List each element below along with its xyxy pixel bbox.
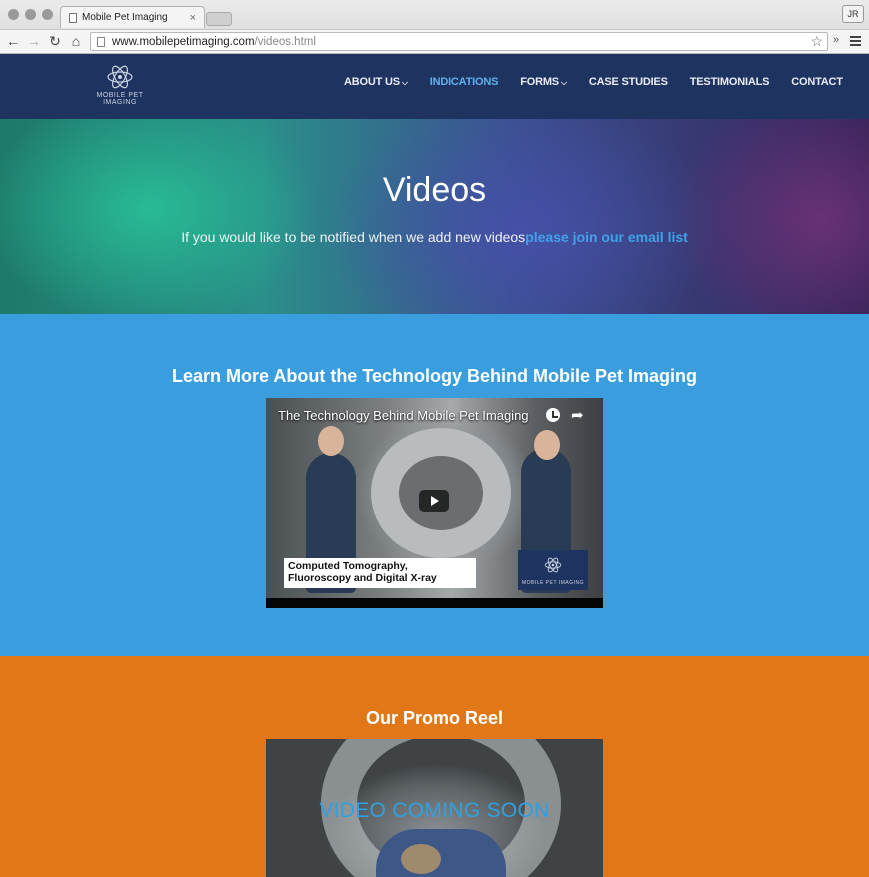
- hero-banner: Videos If you would like to be notified …: [0, 119, 869, 314]
- share-icon[interactable]: ➦: [571, 406, 584, 424]
- hero-subtitle: If you would like to be notified when we…: [0, 229, 869, 245]
- forward-icon[interactable]: →: [26, 33, 42, 49]
- nav-label: FORMS: [520, 76, 559, 88]
- nav-testimonials[interactable]: TESTIMONIALS: [690, 76, 770, 88]
- video-title[interactable]: The Technology Behind Mobile Pet Imaging: [278, 408, 529, 423]
- technician-head: [534, 430, 560, 460]
- subtitle-text: If you would like to be notified when we…: [181, 229, 526, 245]
- nav-forms[interactable]: FORMS ⌵: [520, 76, 567, 88]
- section-title: Learn More About the Technology Behind M…: [171, 366, 697, 386]
- nav-case-studies[interactable]: CASE STUDIES: [589, 76, 668, 88]
- browser-toolbar: ← → ↻ ⌂ www.mobilepetimaging.com/videos.…: [0, 29, 869, 53]
- video-coming-soon-label: VIDEO COMING SOON: [319, 799, 550, 822]
- atom-logo-icon: [544, 557, 562, 573]
- site-logo[interactable]: MOBILE PET IMAGING: [80, 64, 160, 109]
- video-caption: Computed Tomography, Fluoroscopy and Dig…: [284, 558, 476, 588]
- promo-reel-section: Our Promo Reel VIDEO COMING SOON: [0, 656, 869, 877]
- tab-title: Mobile Pet Imaging: [82, 12, 168, 23]
- url-host: www.mobilepetimaging.com: [112, 35, 255, 48]
- logo-text: MOBILE PET IMAGING: [96, 92, 144, 106]
- email-list-link[interactable]: please join our email list: [525, 229, 688, 245]
- maximize-window-button[interactable]: [42, 9, 53, 20]
- promo-video-placeholder: VIDEO COMING SOON: [266, 739, 603, 877]
- home-icon[interactable]: ⌂: [68, 33, 84, 49]
- tab-close-icon[interactable]: ×: [190, 12, 196, 24]
- blanket-shape: [376, 829, 506, 877]
- browser-tab[interactable]: Mobile Pet Imaging ×: [60, 6, 205, 28]
- browser-chrome: Mobile Pet Imaging × JR ← → ↻ ⌂ www.mobi…: [0, 0, 869, 54]
- video-brand-badge: MOBILE PET IMAGING: [518, 550, 588, 590]
- back-icon[interactable]: ←: [5, 33, 21, 49]
- window-controls: [8, 9, 53, 20]
- minimize-window-button[interactable]: [25, 9, 36, 20]
- page-title: Videos: [382, 171, 487, 209]
- nav-indications[interactable]: INDICATIONS: [430, 76, 499, 88]
- nav-contact[interactable]: CONTACT: [791, 76, 843, 88]
- cat-shape: [401, 844, 441, 874]
- youtube-video-player[interactable]: The Technology Behind Mobile Pet Imaging…: [266, 398, 603, 608]
- site-header: MOBILE PET IMAGING ABOUT US ⌵ INDICATIONS…: [0, 54, 869, 119]
- nav-label: ABOUT US: [344, 76, 400, 88]
- chevron-down-icon: ⌵: [560, 78, 567, 87]
- bookmark-star-icon[interactable]: ☆: [810, 33, 823, 50]
- chevron-down-icon: ⌵: [401, 78, 408, 87]
- page-icon: [69, 12, 77, 23]
- nav-about-us[interactable]: ABOUT US ⌵: [344, 76, 408, 88]
- technology-video-section: Learn More About the Technology Behind M…: [0, 314, 869, 656]
- play-button[interactable]: [419, 490, 449, 512]
- close-window-button[interactable]: [8, 9, 19, 20]
- main-navigation: ABOUT US ⌵ INDICATIONS FORMS ⌵ CASE STUDIE…: [344, 76, 865, 88]
- new-tab-button[interactable]: [206, 12, 232, 26]
- url-path: /videos.html: [254, 35, 316, 48]
- atom-logo-icon: [107, 65, 133, 89]
- address-bar[interactable]: www.mobilepetimaging.com/videos.html ☆: [90, 32, 828, 51]
- page-icon: [97, 36, 105, 47]
- reload-icon[interactable]: ↻: [47, 33, 63, 49]
- technician-head: [318, 426, 344, 456]
- extensions-overflow-icon[interactable]: »: [833, 34, 839, 46]
- badge-text: MOBILE PET IMAGING: [522, 580, 584, 586]
- profile-button[interactable]: JR: [842, 5, 864, 23]
- watch-later-icon[interactable]: [546, 408, 560, 422]
- section-title: Our Promo Reel: [365, 708, 504, 728]
- hamburger-menu-icon[interactable]: [850, 36, 861, 46]
